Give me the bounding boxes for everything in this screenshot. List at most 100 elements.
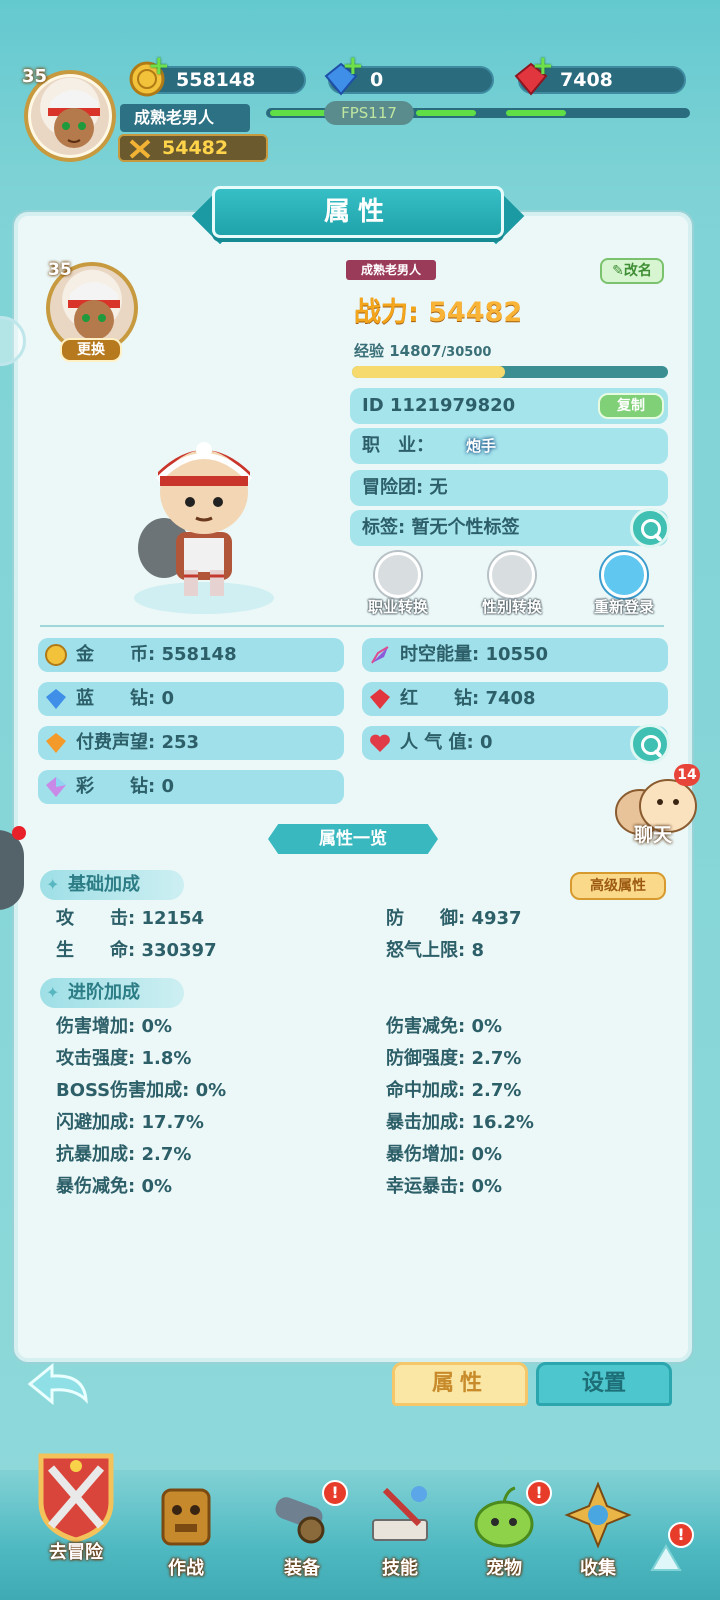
gender-change-icon <box>489 552 535 598</box>
pets-alert-icon: ! <box>526 1480 552 1506</box>
currency-popularity: 人 气 值: 0 <box>362 724 670 764</box>
blue-diamond-plus-icon[interactable]: + <box>342 53 364 79</box>
player-level: 35 <box>22 66 48 87</box>
red-diamond-value: 7408 <box>560 69 613 91</box>
character-name-tag: 成熟老男人 <box>346 260 436 280</box>
stat-hp: 生 命: 330397 <box>56 940 217 961</box>
stat-attack-strength: 攻击强度: 1.8% <box>56 1048 192 1069</box>
battle-totem-icon <box>161 1488 211 1546</box>
hud-combat-power-value: 54482 <box>162 137 229 159</box>
crossed-swords-icon <box>129 139 151 159</box>
combat-power-label: 战力: <box>354 297 419 328</box>
swap-portrait-button[interactable]: 更换 <box>60 338 122 362</box>
skill-book-icon <box>372 1486 428 1541</box>
advanced-attributes-button[interactable]: 高级属性 <box>570 872 666 900</box>
combat-power-value: 54482 <box>428 297 523 328</box>
gold-plus-icon[interactable]: + <box>148 53 170 79</box>
side-alert-dot <box>12 826 26 840</box>
nav-skills-label: 技能 <box>382 1558 418 1579</box>
stat-crit: 暴击加成: 16.2% <box>386 1112 534 1133</box>
nav-collection-label: 收集 <box>580 1558 616 1579</box>
advanced-bonus-header: 进阶加成 <box>40 978 184 1008</box>
copy-id-button[interactable]: 复制 <box>598 393 664 419</box>
team-label: 冒险团: 无 <box>362 477 448 498</box>
player-name: 成熟老男人 <box>120 104 250 132</box>
gold-coin-icon <box>45 644 67 666</box>
avatar-face-icon <box>48 90 100 148</box>
nav-pets-label: 宠物 <box>486 1558 522 1579</box>
red-diamond-bar[interactable]: + 7408 <box>514 53 686 96</box>
blue-diamond-bar[interactable]: + 0 <box>324 53 494 96</box>
nav-adventure[interactable]: 去冒险 <box>26 1446 126 1563</box>
exp-progress-bar <box>352 366 668 378</box>
red-diamond-icon <box>370 689 390 709</box>
character-sprite <box>134 442 274 614</box>
equipment-alert-icon: ! <box>322 1480 348 1506</box>
tag-label: 标签: <box>362 517 406 538</box>
nav-collection[interactable]: 收集 <box>552 1480 644 1590</box>
job-change-icon <box>375 552 421 598</box>
nav-skills[interactable]: 技能 <box>354 1480 446 1590</box>
spacetime-energy-icon <box>371 646 389 664</box>
gender-change-button[interactable]: 性别转换 <box>464 552 560 622</box>
nav-battle-label: 作战 <box>168 1558 204 1579</box>
hud-progress-segment <box>416 110 476 116</box>
exp-progress-fill <box>352 366 506 378</box>
tag-value: 暂无个性标签 <box>411 517 520 538</box>
stat-lucky-crit: 幸运暴击: 0% <box>386 1176 503 1197</box>
currency-red-text: 红 钻: 7408 <box>400 688 536 709</box>
portrait-level: 35 <box>48 260 72 280</box>
job-change-button[interactable]: 职业转换 <box>350 552 446 622</box>
tab-attributes[interactable]: 属性 <box>392 1362 528 1406</box>
tab-settings[interactable]: 设置 <box>536 1362 672 1406</box>
currency-popularity-text: 人 气 值: 0 <box>400 732 493 753</box>
nav-equipment-label: 装备 <box>284 1558 320 1579</box>
currency-spacetime: 时空能量: 10550 <box>362 638 668 672</box>
nav-equipment[interactable]: 装备 ! <box>256 1480 348 1590</box>
heart-icon <box>370 734 390 752</box>
player-id: ID 1121979820 <box>362 395 516 416</box>
currency-blue: 蓝 钻: 0 <box>38 682 344 716</box>
gold-value: 558148 <box>176 69 256 91</box>
blue-diamond-icon <box>46 689 66 709</box>
job-row: 职 业： 炮手 <box>350 428 668 464</box>
stat-rage-cap: 怒气上限: 8 <box>386 940 484 961</box>
job-change-label: 职业转换 <box>367 598 428 616</box>
chat-label[interactable]: 聊天 <box>634 820 672 847</box>
currency-red: 红 钻: 7408 <box>362 682 668 716</box>
nav-adventure-label: 去冒险 <box>49 1542 103 1563</box>
stat-dodge: 闪避加成: 17.7% <box>56 1112 204 1133</box>
relogin-icon <box>601 552 647 598</box>
exp-label: 经验 <box>354 342 385 360</box>
team-row: 冒险团: 无 <box>350 470 668 506</box>
fps-counter: FPS117 <box>324 101 414 125</box>
blue-diamond-value: 0 <box>370 69 384 91</box>
currency-paid-fame: 付费声望: 253 <box>38 726 344 760</box>
red-diamond-plus-icon[interactable]: + <box>532 53 554 79</box>
stat-defense-strength: 防御强度: 2.7% <box>386 1048 522 1069</box>
fame-diamond-icon <box>46 733 66 753</box>
edit-icon: ✎ <box>612 263 624 279</box>
relogin-button[interactable]: 重新登录 <box>576 552 672 622</box>
stat-crit-dmg-increase: 暴伤增加: 0% <box>386 1144 503 1165</box>
currency-spacetime-text: 时空能量: 10550 <box>400 644 549 665</box>
tag-search-icon[interactable] <box>630 508 670 548</box>
currency-color-diamond-text: 彩 钻: 0 <box>76 776 174 797</box>
rename-button[interactable]: ✎改名 <box>600 258 664 284</box>
stat-dmg-increase: 伤害增加: 0% <box>56 1016 173 1037</box>
stats-section-title: 属性一览 <box>268 824 438 854</box>
collection-compass-icon <box>564 1481 632 1549</box>
nav-battle[interactable]: 作战 <box>140 1480 232 1590</box>
combat-power: 战力: 54482 <box>354 290 522 329</box>
currency-gold: 金 币: 558148 <box>38 638 344 672</box>
back-arrow-icon[interactable] <box>24 1360 94 1410</box>
chat-unread-badge: 14 <box>674 764 700 786</box>
gold-bar[interactable]: + 558148 <box>129 53 306 97</box>
hud-progress-segment <box>506 110 566 116</box>
stat-crit-dmg-reduce: 暴伤减免: 0% <box>56 1176 173 1197</box>
stat-attack: 攻 击: 12154 <box>56 908 205 929</box>
nav-pets[interactable]: 宠物 ! <box>458 1480 552 1590</box>
popularity-search-icon[interactable] <box>630 724 670 764</box>
expand-up-icon[interactable] <box>646 1540 686 1580</box>
relogin-label: 重新登录 <box>593 598 654 616</box>
